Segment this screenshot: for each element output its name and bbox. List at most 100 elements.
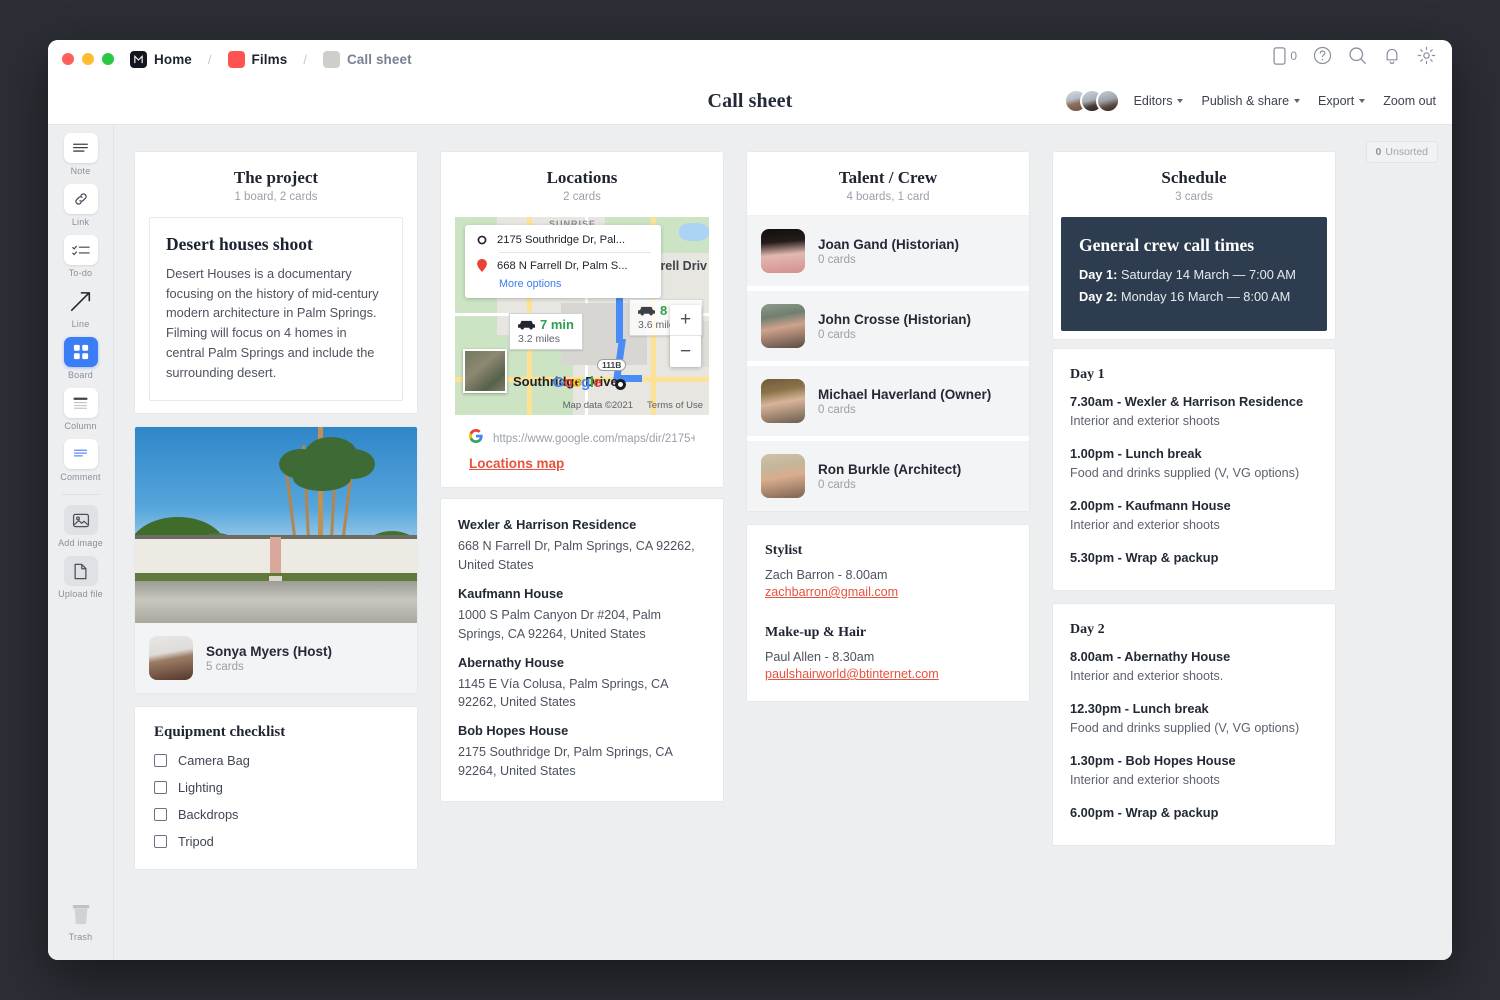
- publish-share-dropdown[interactable]: Publish & share: [1201, 94, 1300, 108]
- close-window-button[interactable]: [62, 53, 74, 65]
- palm-frond: [293, 465, 351, 491]
- checklist-item[interactable]: Lighting: [154, 780, 398, 795]
- schedule-event: 5.30pm - Wrap & packup: [1070, 550, 1318, 565]
- more-options-link[interactable]: More options: [499, 278, 651, 290]
- host-row[interactable]: Sonya Myers (Host) 5 cards: [135, 623, 417, 693]
- map-zoom-controls[interactable]: + −: [670, 305, 701, 367]
- stylist-person: Zach Barron - 8.00am: [765, 568, 1011, 582]
- directions-panel[interactable]: 2175 Southridge Dr, Pal... 668 N Farrell…: [465, 225, 661, 298]
- map-url-row[interactable]: https://www.google.com/maps/dir/2175+So: [455, 415, 709, 448]
- board-icon: [64, 337, 98, 367]
- sidebar-label: Link: [72, 217, 89, 227]
- checklist-item[interactable]: Tripod: [154, 834, 398, 849]
- checklist-item[interactable]: Camera Bag: [154, 753, 398, 768]
- desert-house-photo: [135, 427, 417, 623]
- home-logo-icon[interactable]: [130, 51, 147, 68]
- crew-card-count: 0 cards: [818, 479, 961, 491]
- stylist-makeup-card[interactable]: Stylist Zach Barron - 8.00am zachbarron@…: [746, 524, 1030, 702]
- map-route: [616, 293, 623, 343]
- general-call-times-card[interactable]: General crew call times Day 1: Saturday …: [1061, 217, 1327, 331]
- notifications-bell-icon[interactable]: [1383, 46, 1401, 65]
- sidebar-item-note[interactable]: Note: [53, 133, 109, 176]
- callsheet-color-square-icon[interactable]: [323, 51, 340, 68]
- locations-map-link[interactable]: Locations map: [455, 448, 709, 487]
- sidebar-item-add-image[interactable]: Add image: [53, 505, 109, 548]
- street: [135, 581, 417, 623]
- call-times-day1: Day 1: Saturday 14 March — 7:00 AM: [1079, 267, 1309, 282]
- satellite-toggle-thumbnail[interactable]: [463, 349, 507, 393]
- google-map[interactable]: SUNRISE th Farrell Driv 2175 Southridge …: [455, 217, 709, 415]
- highway-shield: 111B: [597, 359, 626, 371]
- crew-row[interactable]: Ron Burkle (Architect) 0 cards: [747, 441, 1029, 511]
- comment-icon: [64, 439, 98, 469]
- address-text: 1000 S Palm Canyon Dr #204, Palm Springs…: [458, 606, 706, 644]
- chevron-down-icon: [1294, 99, 1300, 103]
- checkbox[interactable]: [154, 808, 167, 821]
- makeup-email-link[interactable]: paulshairworld@btinternet.com: [765, 667, 1011, 681]
- sidebar-item-column[interactable]: Column: [53, 388, 109, 431]
- checkbox[interactable]: [154, 781, 167, 794]
- unsorted-badge[interactable]: 0 Unsorted: [1366, 141, 1438, 163]
- checkbox[interactable]: [154, 835, 167, 848]
- project-note-title: Desert houses shoot: [166, 234, 386, 255]
- crew-row[interactable]: Michael Haverland (Owner) 0 cards: [747, 366, 1029, 436]
- editors-dropdown[interactable]: Editors: [1134, 94, 1184, 108]
- breadcrumb-item-films[interactable]: Films: [252, 52, 288, 67]
- window-titlebar: Home / Films / Call sheet 0: [48, 40, 1452, 78]
- event-time: 6.00pm - Wrap & packup: [1070, 805, 1318, 820]
- sidebar-item-todo[interactable]: To-do: [53, 235, 109, 278]
- host-card[interactable]: Sonya Myers (Host) 5 cards: [134, 426, 418, 694]
- schedule-event: 7.30am - Wexler & Harrison Residence Int…: [1070, 394, 1318, 428]
- unsorted-count: 0: [1376, 146, 1382, 158]
- addresses-card[interactable]: Wexler & Harrison Residence 668 N Farrel…: [440, 498, 724, 802]
- mobile-preview-icon[interactable]: 0: [1273, 47, 1297, 65]
- settings-gear-icon[interactable]: [1417, 46, 1436, 65]
- sidebar-item-line[interactable]: Line: [53, 286, 109, 329]
- map-water: [679, 223, 709, 241]
- address-text: 2175 Southridge Dr, Palm Springs, CA 922…: [458, 743, 706, 781]
- terms-of-use-link[interactable]: Terms of Use: [647, 400, 703, 411]
- minimize-window-button[interactable]: [82, 53, 94, 65]
- stylist-email-link[interactable]: zachbarron@gmail.com: [765, 585, 1011, 599]
- export-dropdown[interactable]: Export: [1318, 94, 1365, 108]
- event-time: 12.30pm - Lunch break: [1070, 701, 1318, 716]
- search-icon[interactable]: [1348, 46, 1367, 65]
- avatar: [761, 379, 805, 423]
- makeup-person: Paul Allen - 8.30am: [765, 650, 1011, 664]
- sidebar-item-upload-file[interactable]: Upload file: [53, 556, 109, 599]
- schedule-day2-card[interactable]: Day 2 8.00am - Abernathy House Interior …: [1052, 603, 1336, 846]
- schedule-event: 12.30pm - Lunch break Food and drinks su…: [1070, 701, 1318, 735]
- google-logo: Google: [553, 374, 602, 391]
- add-image-icon: [64, 505, 98, 535]
- maximize-window-button[interactable]: [102, 53, 114, 65]
- destination-row[interactable]: 668 N Farrell Dr, Palm S...: [475, 259, 651, 272]
- route-time-primary[interactable]: 7 min 3.2 miles: [509, 313, 583, 350]
- films-color-square-icon[interactable]: [228, 51, 245, 68]
- sidebar-item-comment[interactable]: Comment: [53, 439, 109, 482]
- project-note-card[interactable]: Desert houses shoot Desert Houses is a d…: [149, 217, 403, 401]
- breadcrumb-item-home[interactable]: Home: [154, 52, 192, 67]
- map-attribution: Map data ©2021 Terms of Use: [563, 400, 703, 411]
- map-embed-card[interactable]: SUNRISE th Farrell Driv 2175 Southridge …: [455, 203, 709, 487]
- event-time: 2.00pm - Kaufmann House: [1070, 498, 1318, 513]
- sidebar-item-link[interactable]: Link: [53, 184, 109, 227]
- schedule-day1-card[interactable]: Day 1 7.30am - Wexler & Harrison Residen…: [1052, 348, 1336, 591]
- map-zoom-in-button[interactable]: +: [670, 305, 701, 336]
- route-distance: 3.2 miles: [518, 333, 574, 345]
- map-zoom-out-button[interactable]: −: [670, 336, 701, 367]
- board-canvas[interactable]: 0 Unsorted The project 1 board, 2 cards …: [114, 125, 1452, 960]
- breadcrumb-item-callsheet[interactable]: Call sheet: [347, 52, 412, 67]
- host-name: Sonya Myers (Host): [206, 644, 332, 659]
- editor-avatars[interactable]: [1064, 89, 1120, 113]
- google-favicon-icon: [469, 429, 483, 448]
- origin-row[interactable]: 2175 Southridge Dr, Pal...: [475, 234, 651, 246]
- checkbox[interactable]: [154, 754, 167, 767]
- sidebar-item-board[interactable]: Board: [53, 337, 109, 380]
- crew-row[interactable]: John Crosse (Historian) 0 cards: [747, 291, 1029, 361]
- window-controls[interactable]: [62, 53, 114, 65]
- help-icon[interactable]: [1313, 46, 1332, 65]
- crew-row[interactable]: Joan Gand (Historian) 0 cards: [747, 215, 1029, 286]
- checklist-item[interactable]: Backdrops: [154, 807, 398, 822]
- sidebar-item-trash[interactable]: Trash: [53, 899, 109, 942]
- zoom-out-button[interactable]: Zoom out: [1383, 94, 1436, 108]
